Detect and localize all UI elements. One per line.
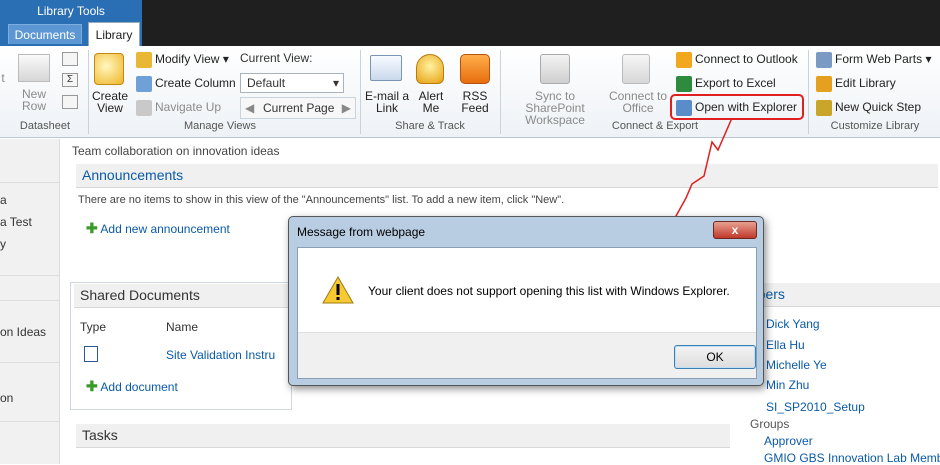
ok-button[interactable]: OK [674,345,756,369]
warning-icon [322,276,354,304]
dialog-body: Your client does not support opening thi… [297,247,757,379]
dialog-message: Your client does not support opening thi… [368,284,730,298]
close-button[interactable]: x [713,221,757,239]
dialog-footer: OK [298,332,756,378]
dialog-title: Message from webpage [297,225,426,239]
message-dialog: Message from webpage x Your client does … [288,216,764,386]
